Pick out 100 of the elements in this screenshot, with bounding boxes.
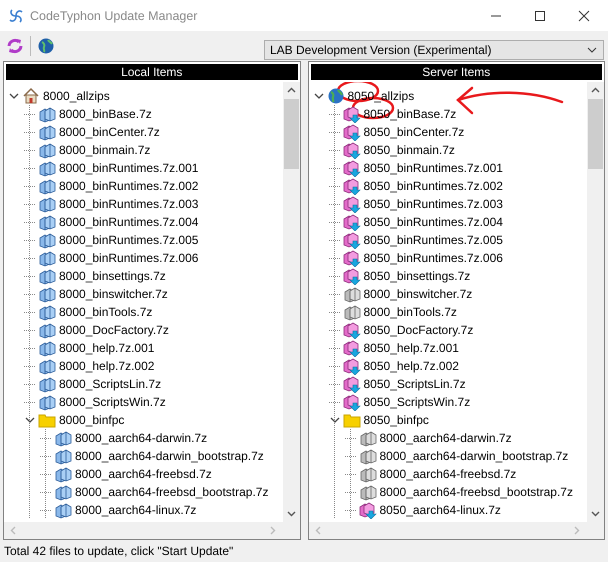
tree-item[interactable]: 8050_binCenter.7z [362, 125, 466, 139]
package-download-icon [342, 357, 360, 375]
package-icon [54, 501, 72, 519]
tree-item[interactable]: 8000_allzips [42, 89, 111, 103]
tree-item[interactable]: 8050_binRuntimes.7z.005 [362, 233, 504, 247]
package-icon [38, 339, 56, 357]
panel-header: Local Items [6, 64, 298, 80]
tree-item[interactable]: 8000_binsettings.7z [58, 269, 167, 283]
tree-item[interactable]: 8000_binRuntimes.7z.002 [58, 179, 200, 193]
tree-item[interactable]: 8000_ScriptsLin.7z [58, 377, 162, 391]
scroll-up-icon[interactable] [591, 87, 600, 93]
package-icon [38, 375, 56, 393]
tree-item[interactable]: 8000_ScriptsWin.7z [58, 395, 167, 409]
close-icon[interactable] [578, 10, 590, 22]
package-download-icon [342, 123, 360, 141]
tree-item[interactable]: 8050_aarch64-linux.7z [378, 503, 502, 517]
tree-item[interactable]: 8050_binRuntimes.7z.002 [362, 179, 504, 193]
tree-item[interactable]: 8000_help.7z.002 [58, 359, 156, 373]
expanded-chevron-icon[interactable] [330, 415, 340, 425]
tree-item[interactable]: 8000_binmain.7z [58, 143, 152, 157]
tree-item[interactable]: 8000_aarch64-freebsd.7z [74, 467, 213, 481]
tree-item[interactable]: 8050_DocFactory.7z [362, 323, 474, 337]
expanded-chevron-icon[interactable] [314, 91, 324, 101]
package-icon [38, 159, 56, 177]
package-download-icon [342, 321, 360, 339]
panel-header: Server Items [310, 64, 602, 80]
package-icon [38, 267, 56, 285]
package-icon [38, 177, 56, 195]
tree-item[interactable]: 8000_binRuntimes.7z.005 [58, 233, 200, 247]
package-icon [54, 483, 72, 501]
tree-item[interactable]: 8000_binswitcher.7z [362, 287, 474, 301]
package-download-icon [342, 339, 360, 357]
tree-item[interactable]: 8000_aarch64-freebsd_bootstrap.7z [378, 485, 574, 499]
scroll-up-icon[interactable] [286, 87, 296, 93]
tree-item[interactable]: 8000_binCenter.7z [58, 125, 161, 139]
tree-item[interactable]: 8000_binRuntimes.7z.006 [58, 251, 200, 265]
package-download-icon [342, 393, 360, 411]
package-icon [38, 393, 56, 411]
tree-item[interactable]: 8050_binRuntimes.7z.004 [362, 215, 504, 229]
tree-item[interactable]: 8050_binfpc [362, 413, 430, 427]
package-download-icon [342, 159, 360, 177]
package-download-icon [342, 375, 360, 393]
package-download-icon [358, 501, 376, 519]
window-title: CodeTyphon Update Manager [30, 8, 198, 22]
tree-item[interactable]: 8050_binRuntimes.7z.003 [362, 197, 504, 211]
tree-item[interactable]: 8000_aarch64-darwin.7z [378, 431, 513, 445]
tree-item[interactable]: 8050_binRuntimes.7z.001 [362, 161, 504, 175]
tree-item[interactable]: 8050_ScriptsWin.7z [362, 395, 472, 409]
tree-item[interactable]: 8000_binRuntimes.7z.001 [58, 161, 200, 175]
package-download-icon [342, 231, 360, 249]
tree-item[interactable]: 8050_binmain.7z [362, 143, 456, 157]
package-icon [342, 303, 360, 321]
tree-item[interactable]: 8050_binRuntimes.7z.006 [362, 251, 504, 265]
tree-item[interactable]: 8050_help.7z.002 [362, 359, 460, 373]
package-icon [54, 429, 72, 447]
package-icon [38, 303, 56, 321]
package-icon [38, 213, 56, 231]
scroll-down-icon[interactable] [591, 511, 600, 517]
tree-item[interactable]: 8000_aarch64-freebsd.7z [378, 467, 518, 481]
tree-item[interactable]: 8000_aarch64-linux.7z [74, 503, 198, 517]
tree-item[interactable]: 8000_aarch64-freebsd_bootstrap.7z [74, 485, 270, 499]
tree-item[interactable]: 8000_help.7z.001 [58, 341, 156, 355]
tree-item[interactable]: 8000_binBase.7z [58, 107, 153, 121]
tree-item[interactable]: 8000_binswitcher.7z [58, 287, 169, 301]
globe-icon[interactable] [37, 37, 55, 55]
tree-item[interactable]: 8000_binRuntimes.7z.004 [58, 215, 200, 229]
tree-item[interactable]: 8000_binTools.7z [58, 305, 154, 319]
package-icon [358, 429, 376, 447]
package-icon [38, 141, 56, 159]
tree-item[interactable]: 8050_help.7z.001 [362, 341, 460, 355]
vertical-scrollbar[interactable] [282, 82, 300, 522]
tree-item[interactable]: 8000_binTools.7z [362, 305, 458, 319]
version-dropdown[interactable]: LAB Development Version (Experimental) [264, 40, 604, 60]
package-download-icon [342, 141, 360, 159]
package-download-icon [342, 249, 360, 267]
tree-item[interactable]: 8050_binsettings.7z [362, 269, 472, 283]
tree-item[interactable]: 8050_ScriptsLin.7z [362, 377, 467, 391]
refresh-icon[interactable] [6, 37, 24, 55]
package-icon [358, 483, 376, 501]
tree-item[interactable]: 8000_binfpc [58, 413, 126, 427]
scroll-down-icon[interactable] [286, 511, 296, 517]
caret-icon [587, 47, 597, 53]
tree-item[interactable]: 8000_DocFactory.7z [58, 323, 170, 337]
scroll-thumb[interactable] [284, 99, 298, 169]
tree-item[interactable]: 8000_binRuntimes.7z.003 [58, 197, 200, 211]
status-text: Total 42 files to update, click "Start Update" [3, 543, 234, 560]
package-icon [38, 105, 56, 123]
maximize-icon[interactable] [534, 10, 546, 22]
package-icon [38, 231, 56, 249]
package-icon [38, 321, 56, 339]
package-icon [358, 465, 376, 483]
tree-item[interactable]: 8000_aarch64-darwin_bootstrap.7z [378, 449, 570, 463]
vertical-scrollbar[interactable] [587, 82, 604, 522]
tree-item[interactable]: 8000_aarch64-darwin_bootstrap.7z [74, 449, 265, 463]
tree-item[interactable]: 8000_aarch64-darwin.7z [74, 431, 208, 445]
expanded-chevron-icon[interactable] [9, 91, 19, 101]
scroll-thumb[interactable] [588, 99, 603, 169]
app-logo-icon [8, 8, 24, 24]
package-icon [38, 357, 56, 375]
expanded-chevron-icon[interactable] [25, 415, 35, 425]
